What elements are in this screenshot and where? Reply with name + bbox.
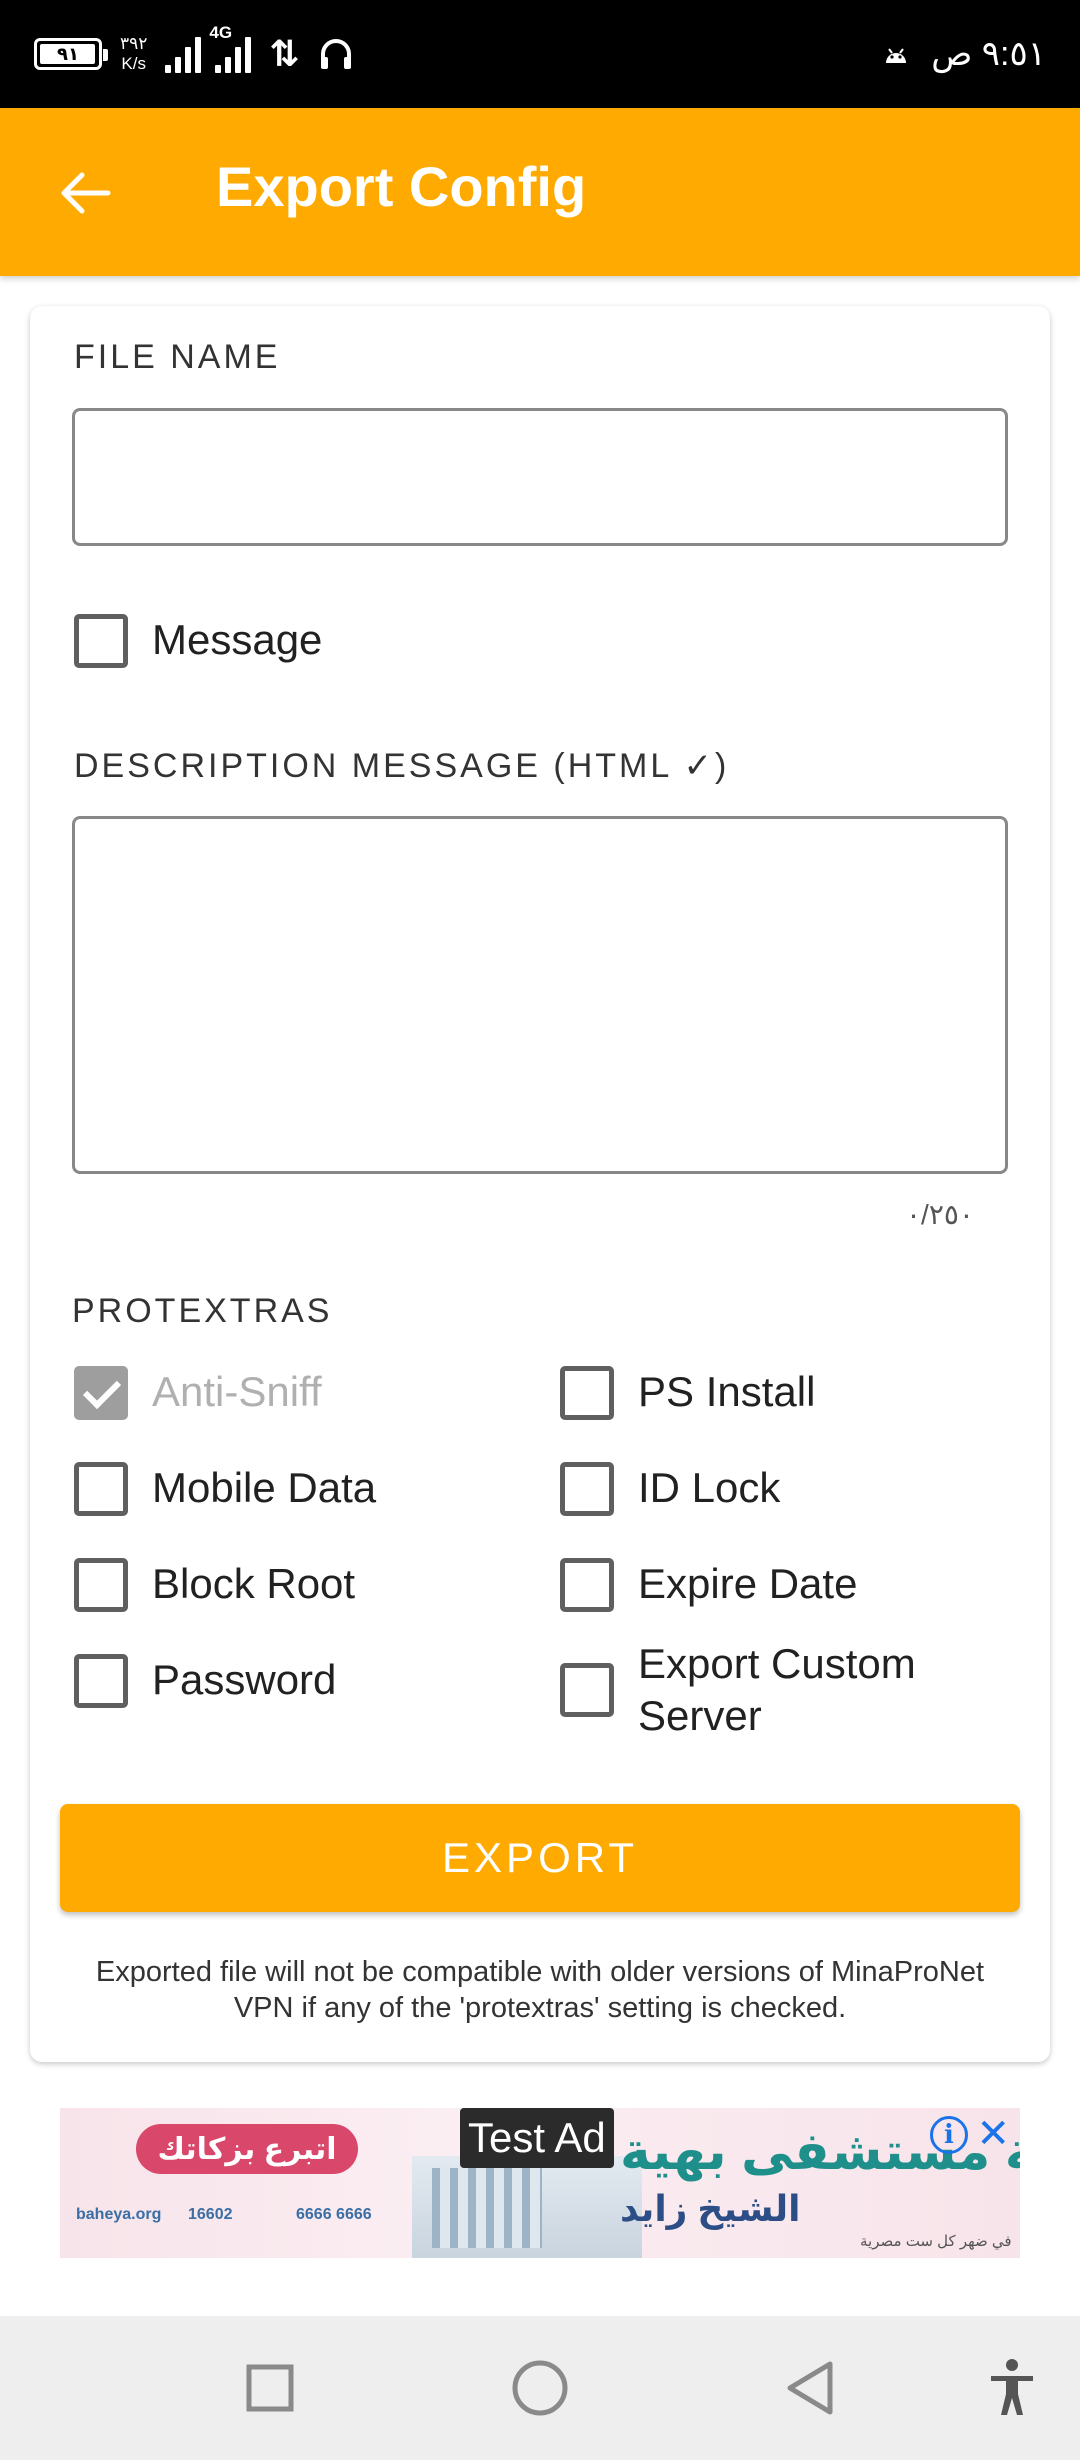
message-checkbox-label: Message xyxy=(152,616,323,663)
ps-install-label: PS Install xyxy=(638,1368,816,1415)
file-name-input[interactable] xyxy=(72,408,1008,546)
protextras-label: PROTEXTRAS xyxy=(72,1292,333,1330)
home-circle-icon xyxy=(512,2360,568,2416)
ps-install-checkbox[interactable] xyxy=(560,1366,614,1420)
ad-info-icon[interactable]: i xyxy=(930,2116,968,2154)
arrow-left-icon xyxy=(61,172,111,214)
description-input[interactable] xyxy=(72,816,1008,1174)
status-left-group: ٩١ ٣٩٢ K/s 4G ⇅ xyxy=(34,23,354,82)
status-bar: ٩١ ٣٩٢ K/s 4G ⇅ ٩:٥١ ص xyxy=(0,0,1080,108)
export-form-card: FILE NAME Message DESCRIPTION MESSAGE (H… xyxy=(30,306,1050,2062)
network-speed: ٣٩٢ K/s xyxy=(120,34,147,74)
compatibility-note: Exported file will not be compatible wit… xyxy=(95,1956,985,2024)
data-transfer-icon: ⇅ xyxy=(269,33,300,74)
file-name-label: FILE NAME xyxy=(74,338,281,376)
recents-square-icon xyxy=(246,2364,294,2412)
status-right-group: ٩:٥١ ص xyxy=(883,26,1046,82)
ad-donate-pill: اتبرع بزكاتك xyxy=(136,2124,358,2174)
protextra-expire-date[interactable]: Expire Date xyxy=(560,1558,857,1612)
app-bar: Export Config xyxy=(0,108,1080,276)
export-button[interactable]: EXPORT xyxy=(60,1804,1020,1912)
password-checkbox[interactable] xyxy=(74,1654,128,1708)
back-button[interactable] xyxy=(50,158,120,228)
expire-date-checkbox[interactable] xyxy=(560,1558,614,1612)
protextra-password[interactable]: Password xyxy=(74,1654,336,1708)
protextra-block-root[interactable]: Block Root xyxy=(74,1558,355,1612)
back-triangle-icon xyxy=(787,2361,833,2415)
accessibility-button[interactable] xyxy=(970,2346,1054,2430)
protextra-anti-sniff[interactable]: Anti-Sniff xyxy=(74,1366,322,1420)
headphones-icon xyxy=(320,39,351,69)
ad-building-image xyxy=(412,2156,642,2258)
recents-button[interactable] xyxy=(228,2346,312,2430)
protextra-mobile-data[interactable]: Mobile Data xyxy=(74,1462,376,1516)
export-custom-server-label: Export Custom Server xyxy=(638,1640,916,1739)
password-label: Password xyxy=(152,1656,337,1703)
message-checkbox-row[interactable]: Message xyxy=(74,614,322,668)
signal-1-icon xyxy=(165,35,202,73)
accessibility-icon xyxy=(991,2359,1033,2415)
ad-site: baheya.org xyxy=(76,2206,162,2223)
message-checkbox[interactable] xyxy=(74,614,128,668)
test-ad-label: Test Ad xyxy=(460,2108,614,2168)
mobile-data-checkbox[interactable] xyxy=(74,1462,128,1516)
battery-level: ٩١ xyxy=(57,43,79,64)
network-speed-unit: K/s xyxy=(121,54,146,73)
char-counter: ٠/٢٥٠ xyxy=(906,1199,974,1230)
ad-phone-2: 16602 xyxy=(188,2206,233,2223)
block-root-label: Block Root xyxy=(152,1560,356,1607)
signal-group: 4G xyxy=(165,23,252,73)
protextra-id-lock[interactable]: ID Lock xyxy=(560,1462,780,1516)
clock: ٩:٥١ ص xyxy=(931,35,1046,73)
description-label: DESCRIPTION MESSAGE (HTML ✓) xyxy=(74,747,730,785)
ad-footer: في ضهر كل ست مصرية xyxy=(860,2233,1012,2250)
anti-sniff-checkbox[interactable] xyxy=(74,1366,128,1420)
android-notification-icon xyxy=(886,48,907,63)
page-title: Export Config xyxy=(216,155,587,218)
id-lock-checkbox[interactable] xyxy=(560,1462,614,1516)
system-nav-bar xyxy=(0,2316,1080,2460)
battery-icon: ٩١ xyxy=(34,38,108,70)
ad-banner[interactable]: اتبرع بزكاتك baheya.org 16602 6666 6666 … xyxy=(60,2108,1020,2258)
home-button[interactable] xyxy=(498,2346,582,2430)
back-nav-button[interactable] xyxy=(768,2346,852,2430)
ad-close-icon[interactable]: ✕ xyxy=(976,2112,1010,2156)
protextra-export-custom-server[interactable]: Export Custom Server xyxy=(560,1638,978,1742)
ad-subheadline: الشيخ زايد xyxy=(620,2188,801,2229)
ad-phone-1: 6666 6666 xyxy=(296,2206,372,2223)
id-lock-label: ID Lock xyxy=(638,1464,781,1511)
network-type: 4G xyxy=(209,23,233,42)
export-custom-server-checkbox[interactable] xyxy=(560,1663,614,1717)
expire-date-label: Expire Date xyxy=(638,1560,858,1607)
block-root-checkbox[interactable] xyxy=(74,1558,128,1612)
mobile-data-label: Mobile Data xyxy=(152,1464,377,1511)
network-speed-value: ٣٩٢ xyxy=(120,34,148,53)
protextra-ps-install[interactable]: PS Install xyxy=(560,1366,815,1420)
anti-sniff-label: Anti-Sniff xyxy=(152,1368,322,1415)
